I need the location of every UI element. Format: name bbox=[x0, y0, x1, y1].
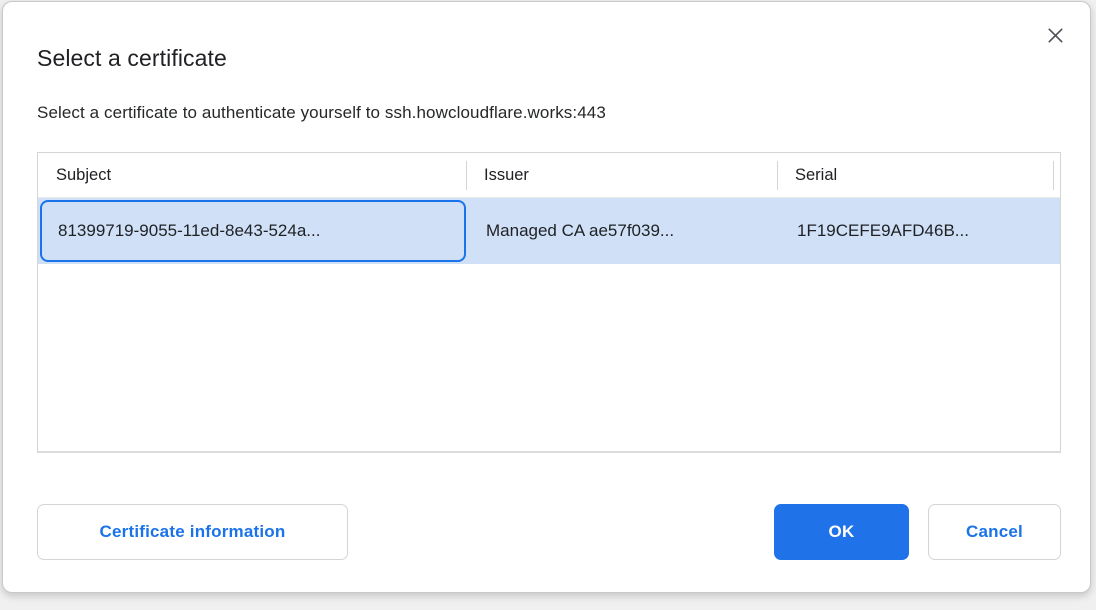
dialog-title: Select a certificate bbox=[37, 45, 227, 72]
column-header-issuer: Issuer bbox=[466, 153, 777, 197]
close-x-glyph bbox=[1044, 24, 1067, 47]
dialog-footer: Certificate information OK Cancel bbox=[37, 504, 1061, 560]
certificate-row[interactable]: 81399719-9055-11ed-8e43-524a... Managed … bbox=[38, 198, 1060, 264]
table-header-row: Subject Issuer Serial bbox=[38, 153, 1060, 198]
column-header-subject: Subject bbox=[38, 153, 466, 197]
cancel-button[interactable]: Cancel bbox=[928, 504, 1061, 560]
dialog-subtitle: Select a certificate to authenticate you… bbox=[37, 103, 606, 123]
cell-serial: 1F19CEFE9AFD46B... bbox=[777, 198, 1060, 264]
scrollbar-gutter-divider bbox=[1053, 153, 1060, 197]
certificate-information-button[interactable]: Certificate information bbox=[37, 504, 348, 560]
certificate-select-dialog: Select a certificate Select a certificat… bbox=[2, 1, 1091, 593]
cell-issuer: Managed CA ae57f039... bbox=[466, 198, 777, 264]
close-icon[interactable] bbox=[1042, 22, 1068, 48]
column-header-serial: Serial bbox=[777, 153, 1053, 197]
cell-subject: 81399719-9055-11ed-8e43-524a... bbox=[38, 198, 466, 264]
certificate-table: Subject Issuer Serial 81399719-9055-11ed… bbox=[37, 152, 1061, 453]
ok-button[interactable]: OK bbox=[774, 504, 909, 560]
